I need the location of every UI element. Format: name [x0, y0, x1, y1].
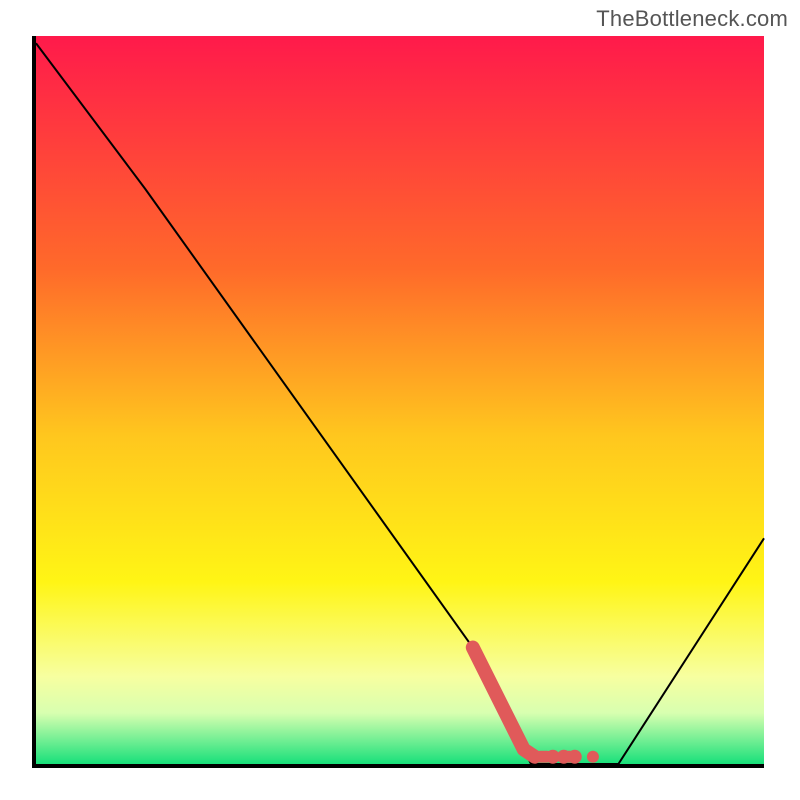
bottleneck-chart [0, 0, 800, 800]
series-highlight-segment-dot [587, 751, 599, 763]
chart-container: TheBottleneck.com [0, 0, 800, 800]
plot-background [36, 36, 764, 764]
